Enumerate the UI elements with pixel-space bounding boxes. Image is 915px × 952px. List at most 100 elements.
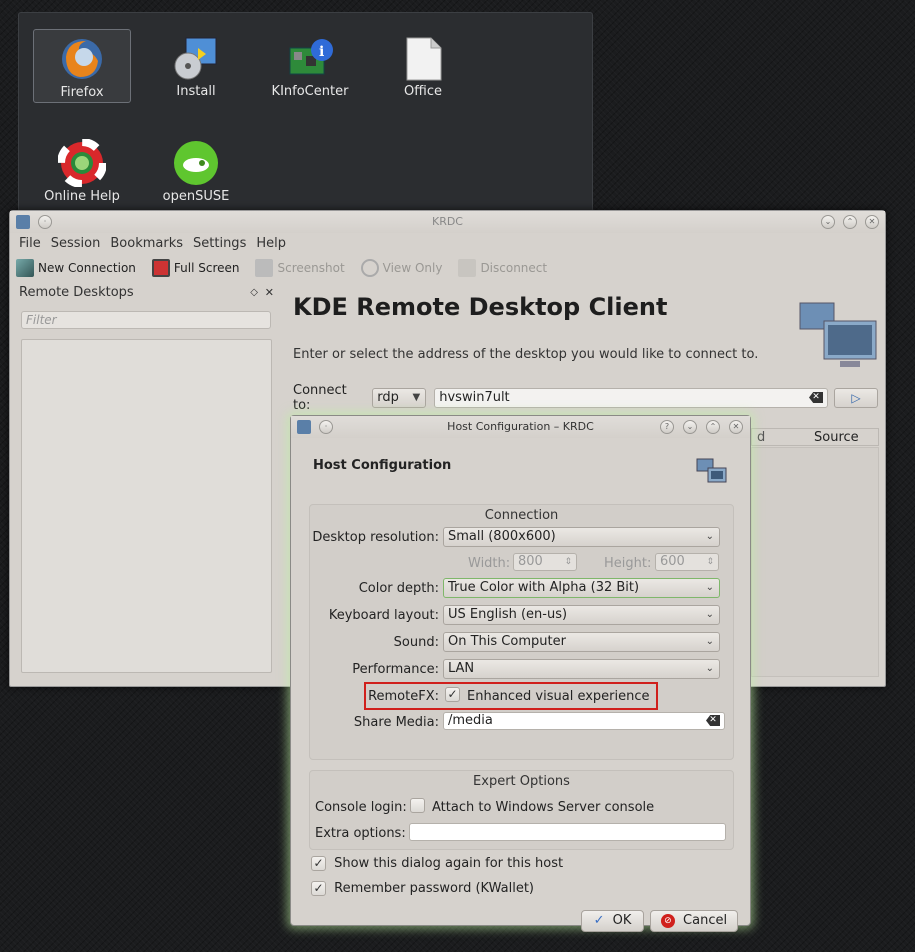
remotefx-checkbox[interactable]: ✓ — [445, 687, 460, 702]
minimize-icon[interactable]: ⌄ — [683, 420, 697, 434]
desktop-icon-label: Install — [176, 84, 216, 99]
help-icon[interactable]: ? — [660, 420, 674, 434]
height-spinbox[interactable]: 600 ⇕ — [655, 553, 719, 571]
screenshot-label: Screenshot — [277, 261, 345, 275]
sound-select[interactable]: On This Computer ⌄ — [443, 632, 720, 652]
desktop-icon-install[interactable]: Install — [147, 29, 245, 103]
desktop-icon-kinfocenter[interactable]: i KInfoCenter — [261, 29, 359, 103]
float-panel-icon[interactable]: ◇ — [250, 283, 258, 303]
window-menu-button[interactable]: · — [319, 420, 333, 434]
cancel-button[interactable]: ⊘ Cancel — [650, 910, 738, 932]
menu-session[interactable]: Session — [46, 233, 106, 255]
field-label: Share Media: — [353, 715, 439, 730]
dialog-title: Host Configuration – KRDC — [447, 420, 594, 433]
krdc-window-icon — [16, 215, 30, 229]
panel-header: Remote Desktops ◇ ✕ — [16, 283, 276, 303]
ok-label: OK — [612, 913, 632, 928]
ok-button[interactable]: ✓ OK — [581, 910, 644, 932]
share-media-input[interactable]: /media ✕ — [443, 712, 725, 730]
field-label: Performance: — [352, 662, 439, 677]
width-spinbox[interactable]: 800 ⇕ — [513, 553, 577, 571]
select-value: Small (800x600) — [448, 529, 556, 544]
krdc-titlebar[interactable]: · KRDC ⌄ ⌃ ✕ — [10, 211, 885, 233]
menu-settings[interactable]: Settings — [188, 233, 251, 255]
width-height-row: Width: 800 ⇕ Height: 600 ⇕ — [310, 553, 735, 575]
full-screen-button[interactable]: Full Screen — [151, 259, 240, 277]
chevron-down-icon: ⌄ — [705, 609, 714, 620]
color-depth-row: Color depth: True Color with Alpha (32 B… — [310, 578, 735, 600]
address-input[interactable]: hvswin7ult ✕ — [434, 388, 829, 408]
show-again-row[interactable]: ✓ Show this dialog again for this host — [311, 856, 563, 871]
color-depth-select[interactable]: True Color with Alpha (32 Bit) ⌄ — [443, 578, 720, 598]
desktop-resolution-select[interactable]: Small (800x600) ⌄ — [443, 527, 720, 547]
screenshot-button[interactable]: Screenshot — [255, 259, 345, 277]
desktop-icon-online-help[interactable]: Online Help — [33, 134, 131, 208]
remember-password-checkbox[interactable]: ✓ — [311, 881, 326, 896]
performance-select[interactable]: LAN ⌄ — [443, 659, 720, 679]
address-value: hvswin7ult — [439, 390, 510, 405]
window-menu-button[interactable]: · — [38, 215, 52, 229]
extra-options-input[interactable] — [409, 823, 726, 841]
disconnect-button[interactable]: Disconnect — [458, 259, 547, 277]
remotefx-row: RemoteFX: ✓ Enhanced visual experience — [310, 686, 735, 708]
remember-password-text: Remember password (KWallet) — [334, 881, 535, 896]
view-only-button[interactable]: View Only — [360, 259, 442, 277]
connection-group: Connection Desktop resolution: Small (80… — [309, 504, 734, 760]
dialog-heading: Host Configuration — [313, 458, 452, 473]
kinfocenter-icon: i — [286, 34, 334, 82]
panel-title: Remote Desktops — [19, 285, 134, 300]
height-label: Height: — [604, 556, 652, 571]
keyboard-layout-select[interactable]: US English (en-us) ⌄ — [443, 605, 720, 625]
list-header-source[interactable]: d Source — [751, 428, 879, 446]
check-icon: ✓ — [593, 913, 605, 928]
minimize-icon[interactable]: ⌄ — [821, 215, 835, 229]
opensuse-icon — [172, 139, 220, 187]
extra-options-row: Extra options: — [310, 823, 735, 845]
show-again-checkbox[interactable]: ✓ — [311, 856, 326, 871]
expert-options-group: Expert Options Console login: Attach to … — [309, 770, 734, 850]
desktop-icon-firefox[interactable]: Firefox — [33, 29, 131, 103]
view-only-icon — [360, 259, 379, 277]
install-disc-icon — [172, 34, 220, 82]
field-label: Color depth: — [358, 581, 439, 596]
field-label: RemoteFX: — [368, 689, 439, 704]
svg-text:i: i — [319, 44, 324, 60]
close-panel-icon[interactable]: ✕ — [265, 283, 274, 303]
field-label: Extra options: — [315, 826, 406, 841]
field-label: Sound: — [393, 635, 439, 650]
menu-bookmarks[interactable]: Bookmarks — [105, 233, 188, 255]
console-login-text: Attach to Windows Server console — [432, 800, 655, 815]
remote-desktops-list[interactable] — [21, 339, 272, 673]
remember-password-row[interactable]: ✓ Remember password (KWallet) — [311, 881, 534, 896]
desktop-icon-office[interactable]: Office — [374, 29, 472, 103]
play-arrow-icon: ▷ — [851, 391, 861, 405]
spin-arrows-icon: ⇕ — [564, 557, 572, 567]
desktop-icon-label: Online Help — [44, 189, 120, 204]
dialog-titlebar[interactable]: · Host Configuration – KRDC ? ⌄ ⌃ ✕ — [291, 416, 750, 438]
share-media-row: Share Media: /media ✕ — [310, 712, 735, 734]
clear-icon[interactable]: ✕ — [706, 715, 720, 726]
menu-file[interactable]: File — [14, 233, 46, 255]
protocol-select[interactable]: rdp ▼ — [372, 388, 427, 408]
menu-help[interactable]: Help — [251, 233, 291, 255]
desktop-icon-opensuse[interactable]: openSUSE — [147, 134, 245, 208]
filter-input[interactable]: Filter — [21, 311, 271, 329]
maximize-icon[interactable]: ⌃ — [706, 420, 720, 434]
spin-value: 600 — [660, 554, 685, 569]
spin-value: 800 — [518, 554, 543, 569]
cancel-label: Cancel — [683, 913, 728, 928]
close-icon[interactable]: ✕ — [865, 215, 879, 229]
clear-icon[interactable]: ✕ — [809, 392, 824, 403]
full-screen-label: Full Screen — [173, 261, 240, 275]
new-connection-button[interactable]: New Connection — [16, 259, 136, 277]
host-config-icon — [696, 458, 728, 490]
connect-button[interactable]: ▷ — [834, 388, 878, 408]
cancel-icon: ⊘ — [660, 913, 675, 928]
remotefx-text: Enhanced visual experience — [467, 689, 650, 704]
maximize-icon[interactable]: ⌃ — [843, 215, 857, 229]
console-login-checkbox[interactable] — [410, 798, 425, 813]
group-title: Connection — [484, 508, 559, 523]
menubar: File Session Bookmarks Settings Help — [10, 233, 885, 255]
desktop-icon-label: openSUSE — [162, 189, 230, 204]
close-icon[interactable]: ✕ — [729, 420, 743, 434]
